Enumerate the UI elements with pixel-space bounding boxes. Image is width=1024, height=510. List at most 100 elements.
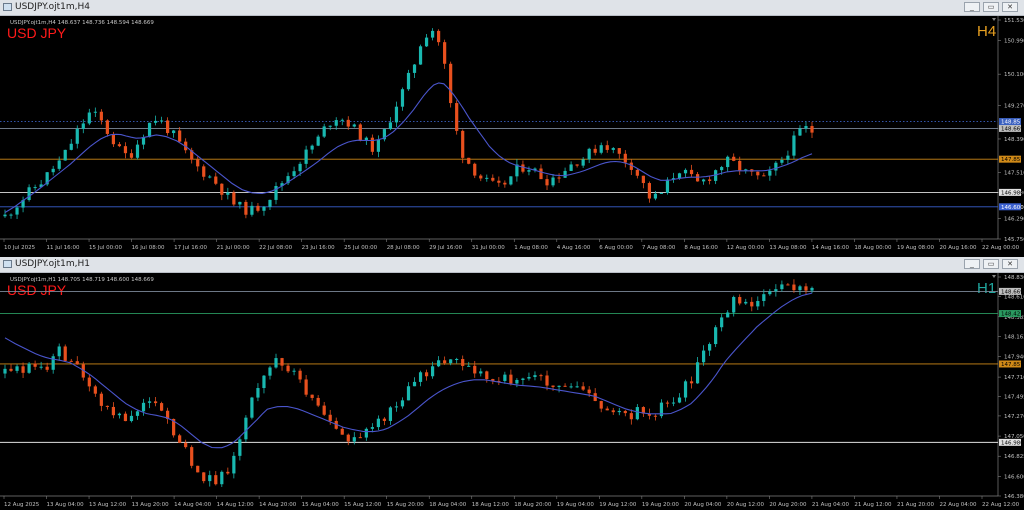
window-titlebar-h1[interactable]: USDJPY.ojt1m,H1 _ ▭ ✕ <box>0 257 1024 273</box>
time-tick-label: 29 Jul 16:00 <box>429 245 462 251</box>
price-chart-h1[interactable]: USDJPY.ojt1m,H1 148.705 148.719 148.600 … <box>0 273 1024 510</box>
candle-bull <box>599 145 603 153</box>
chart-window-h1[interactable]: USDJPY.ojt1m,H1 _ ▭ ✕ USDJPY.ojt1m,H1 14… <box>0 257 1024 510</box>
candle-bull <box>430 30 435 38</box>
candle-bull <box>418 372 423 382</box>
candle-bull <box>388 407 393 421</box>
candle-bull <box>75 128 79 144</box>
candle-bear <box>346 434 350 442</box>
candle-bull <box>683 381 688 398</box>
candle-bull <box>412 381 417 387</box>
time-tick-label: 13 Aug 20:00 <box>132 502 170 508</box>
candle-bear <box>521 164 525 172</box>
price-tick-label: 147.510 <box>1004 170 1024 176</box>
candle-bear <box>358 124 362 141</box>
time-tick-label: 18 Aug 04:00 <box>429 502 467 508</box>
candle-bear <box>623 153 627 163</box>
minimize-button[interactable]: _ <box>964 259 980 269</box>
candle-bull <box>27 363 31 373</box>
candle-bull <box>3 214 7 217</box>
close-button[interactable]: ✕ <box>1002 2 1018 12</box>
candle-bull <box>370 427 374 429</box>
candle-bear <box>298 370 302 380</box>
time-tick-label: 20 Aug 04:00 <box>684 502 722 508</box>
candle-bear <box>280 358 284 366</box>
candle-bull <box>406 72 411 90</box>
candle-bull <box>238 201 242 205</box>
chart-window-h4[interactable]: USDJPY.ojt1m,H4 _ ▭ ✕ USDJPY.ojt1m,H4 14… <box>0 0 1024 253</box>
candle-bull <box>232 455 236 474</box>
price-chart-h4[interactable]: USDJPY.ojt1m,H4 148.637 148.736 148.594 … <box>0 16 1024 253</box>
candle-bear <box>551 385 555 387</box>
candle-bull <box>701 179 706 182</box>
candle-bull <box>274 358 278 368</box>
time-tick-label: 20 Aug 12:00 <box>727 502 765 508</box>
time-tick-label: 19 Aug 12:00 <box>599 502 637 508</box>
candle-bull <box>406 386 411 401</box>
candle-bear <box>599 401 603 409</box>
time-tick-label: 15 Aug 04:00 <box>302 502 340 508</box>
maximize-button[interactable]: ▭ <box>983 259 999 269</box>
candle-bull <box>756 300 760 307</box>
time-tick-label: 22 Aug 12:00 <box>982 502 1020 508</box>
maximize-button[interactable]: ▭ <box>983 2 999 12</box>
candle-bull <box>328 125 332 127</box>
shift-marker-icon <box>992 275 996 278</box>
candle-bull <box>503 374 507 381</box>
candle-bear <box>256 205 260 211</box>
candle-bear <box>443 42 447 64</box>
candle-bull <box>376 139 380 152</box>
candle-bear <box>665 402 670 404</box>
candle-bear <box>545 375 549 386</box>
candle-bear <box>810 126 814 133</box>
candle-bull <box>412 64 417 73</box>
price-tick-label: 147.940 <box>1004 355 1024 361</box>
timeframe-label: H1 <box>977 280 996 297</box>
candle-bull <box>15 366 19 371</box>
price-levels: 148.669148.85 147.857 146.980 146.600 <box>0 118 1024 211</box>
candle-bear <box>184 442 188 448</box>
candle-bear <box>358 437 362 439</box>
candle-bull <box>63 149 67 161</box>
candle-bear <box>611 410 615 413</box>
candle-bear <box>153 401 158 404</box>
timeframe-label: H4 <box>977 23 996 40</box>
time-tick-label: 14 Aug 20:00 <box>259 502 297 508</box>
candle-bull <box>39 366 43 368</box>
candle-bear <box>87 377 91 387</box>
candle-bull <box>226 192 230 195</box>
candle-bear <box>123 413 128 422</box>
candle-bull <box>677 397 682 403</box>
candle-bull <box>15 207 19 215</box>
candle-bull <box>774 289 778 292</box>
candle-bull <box>521 378 525 380</box>
candles <box>3 279 814 487</box>
candle-bull <box>774 162 778 171</box>
candle-bull <box>147 401 152 403</box>
candle-bull <box>695 362 700 384</box>
candle-bear <box>461 130 465 158</box>
candle-bear <box>503 182 507 185</box>
price-tick-label: 151.530 <box>1004 18 1024 24</box>
candle-bull <box>726 156 730 168</box>
time-tick-label: 18 Aug 12:00 <box>472 502 510 508</box>
candle-bull <box>810 287 814 291</box>
candle-bull <box>557 385 561 387</box>
candle-bull <box>292 370 296 372</box>
candle-bear <box>509 374 513 384</box>
candle-bear <box>214 475 218 485</box>
candle-bear <box>563 385 567 387</box>
time-tick-label: 18 Aug 20:00 <box>514 502 552 508</box>
candle-bull <box>732 297 736 313</box>
candle-bear <box>63 346 67 361</box>
candle-bear <box>322 405 326 415</box>
close-button[interactable]: ✕ <box>1002 259 1018 269</box>
price-tick-label: 148.610 <box>1004 295 1024 301</box>
window-titlebar-h4[interactable]: USDJPY.ojt1m,H4 _ ▭ ✕ <box>0 0 1024 16</box>
candle-bull <box>27 187 31 201</box>
candle-bull <box>804 126 808 129</box>
candle-bear <box>605 145 609 150</box>
minimize-button[interactable]: _ <box>964 2 980 12</box>
candle-bull <box>388 122 393 130</box>
candle-bear <box>473 163 477 176</box>
